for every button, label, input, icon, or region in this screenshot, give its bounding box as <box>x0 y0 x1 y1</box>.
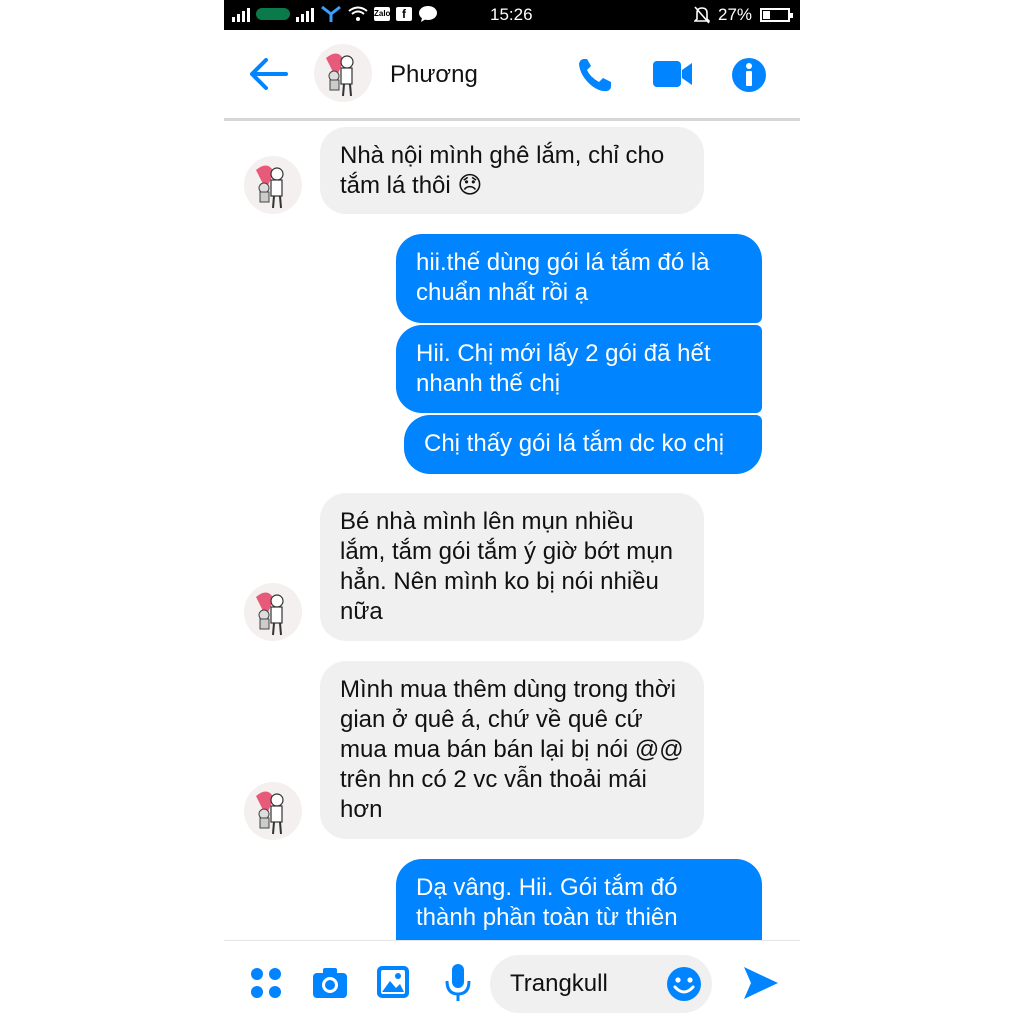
chat-icon <box>419 6 437 22</box>
sender-avatar <box>244 156 302 214</box>
sender-avatar <box>244 583 302 641</box>
messenger-screen: Zalo f 15:26 27% Phương Nhà nội mình ghê… <box>224 0 800 1024</box>
phone-icon[interactable] <box>576 56 614 94</box>
wifi-icon <box>348 6 368 21</box>
microphone-icon[interactable] <box>444 963 472 1003</box>
conversation-header: Phương <box>224 30 800 121</box>
image-icon[interactable] <box>376 965 410 999</box>
back-arrow-icon[interactable] <box>248 57 288 91</box>
message-bubble-outgoing[interactable]: hii.thế dùng gói lá tắm đó là chuẩn nhất… <box>396 234 762 323</box>
contact-avatar[interactable] <box>314 44 372 102</box>
message-bubble-incoming[interactable]: Bé nhà mình lên mụn nhiều lắm, tắm gói t… <box>320 493 704 641</box>
facebook-icon: f <box>396 7 412 21</box>
message-bubble-incoming[interactable]: Mình mua thêm dùng trong thời gian ở quê… <box>320 661 704 839</box>
battery-percent: 27% <box>718 5 753 24</box>
message-bubble-incoming[interactable]: Nhà nội mình ghê lắm, chỉ cho tắm lá thô… <box>320 127 704 214</box>
camera-icon[interactable] <box>312 967 348 999</box>
signal-icon-2 <box>296 6 314 22</box>
sender-avatar <box>244 782 302 840</box>
apps-grid-icon[interactable] <box>250 967 282 999</box>
message-input[interactable]: Trangkull <box>490 955 712 1013</box>
message-composer: Trangkull <box>224 940 800 1024</box>
signal-icon <box>232 6 250 22</box>
mute-icon <box>694 6 710 24</box>
contact-name[interactable]: Phương <box>390 61 478 89</box>
zalo-icon: Zalo <box>374 7 390 21</box>
info-icon[interactable] <box>730 56 768 94</box>
message-bubble-outgoing[interactable]: Chị thấy gói lá tắm dc ko chị <box>404 415 762 474</box>
message-list[interactable]: Nhà nội mình ghê lắm, chỉ cho tắm lá thô… <box>224 121 800 941</box>
emoji-icon[interactable] <box>666 966 702 1002</box>
battery-icon <box>760 8 793 22</box>
status-time: 15:26 <box>490 5 533 24</box>
message-bubble-outgoing[interactable]: Dạ vâng. Hii. Gói tắm đó thành phần toàn… <box>396 859 762 941</box>
message-input-value[interactable]: Trangkull <box>510 970 608 998</box>
message-bubble-outgoing[interactable]: Hii. Chị mới lấy 2 gói đã hết nhanh thế … <box>396 325 762 413</box>
status-bar: Zalo f 15:26 27% <box>224 0 800 30</box>
network-icon <box>321 5 341 22</box>
status-left-icons: Zalo f <box>232 5 438 23</box>
send-icon[interactable] <box>742 965 780 1001</box>
carrier-icon <box>256 8 290 20</box>
video-camera-icon[interactable] <box>652 58 694 90</box>
